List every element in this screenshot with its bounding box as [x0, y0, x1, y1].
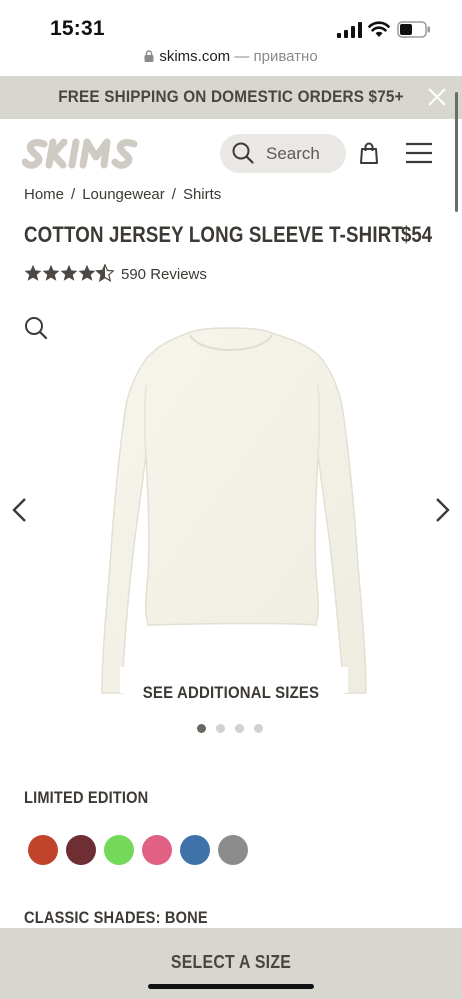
promo-text: FREE SHIPPING ON DOMESTIC ORDERS $75+ [58, 87, 404, 106]
home-indicator[interactable] [148, 984, 314, 989]
limited-edition-label: LIMITED EDITION [24, 788, 149, 807]
select-size-button[interactable]: SELECT A SIZE [28, 944, 435, 980]
zoom-icon[interactable] [24, 316, 48, 340]
lock-icon [144, 50, 154, 62]
search-icon[interactable] [232, 142, 254, 164]
menu-icon[interactable] [405, 142, 433, 164]
carousel-dot[interactable] [235, 724, 244, 733]
color-swatch-green[interactable] [104, 835, 134, 865]
promo-banner: FREE SHIPPING ON DOMESTIC ORDERS $75+ [0, 76, 462, 119]
breadcrumb-loungewear[interactable]: Loungewear [82, 186, 165, 203]
breadcrumb-home[interactable]: Home [24, 186, 64, 203]
close-icon[interactable] [427, 87, 447, 107]
url-separator: — [230, 48, 254, 65]
carousel-dot[interactable] [197, 724, 206, 733]
classic-shades-label: CLASSIC SHADES: BONE [24, 908, 208, 927]
chevron-left-icon[interactable] [10, 496, 30, 524]
product-image[interactable] [100, 325, 372, 700]
color-swatch-burgundy[interactable] [66, 835, 96, 865]
url-domain: skims.com [159, 48, 231, 65]
product-price: $54 [401, 222, 433, 247]
search-placeholder: Search [266, 144, 320, 163]
address-bar[interactable]: skims.com — приватно [0, 48, 462, 72]
bag-icon[interactable] [358, 141, 380, 165]
privacy-label: приватно [253, 48, 318, 65]
skims-logo[interactable] [22, 137, 140, 169]
cellular-signal-icon [337, 22, 362, 38]
carousel-dot[interactable] [254, 724, 263, 733]
breadcrumb: Home / Loungewear / Shirts [24, 186, 221, 203]
carousel-dots [197, 724, 267, 734]
status-time: 15:31 [50, 17, 105, 40]
star-icon [60, 264, 78, 281]
color-swatch-blue[interactable] [180, 835, 210, 865]
status-bar: 15:31 [0, 0, 462, 48]
star-icon [78, 264, 96, 281]
product-title: COTTON JERSEY LONG SLEEVE T-SHIRT [24, 222, 403, 247]
chevron-right-icon[interactable] [432, 496, 452, 524]
star-icon [24, 264, 42, 281]
color-swatch-gray[interactable] [218, 835, 248, 865]
star-icon [42, 264, 60, 281]
see-additional-sizes-link[interactable]: SEE ADDITIONAL SIZES [28, 683, 435, 703]
color-swatch-pink[interactable] [142, 835, 172, 865]
color-swatch-red[interactable] [28, 835, 58, 865]
breadcrumb-separator: / [171, 186, 176, 203]
battery-icon [397, 21, 430, 38]
reviews-count[interactable]: 590 Reviews [121, 266, 207, 283]
breadcrumb-separator: / [71, 186, 76, 203]
rating-stars[interactable] [24, 264, 114, 282]
carousel-dot[interactable] [216, 724, 225, 733]
wifi-icon [368, 21, 390, 37]
breadcrumb-shirts[interactable]: Shirts [183, 186, 221, 203]
